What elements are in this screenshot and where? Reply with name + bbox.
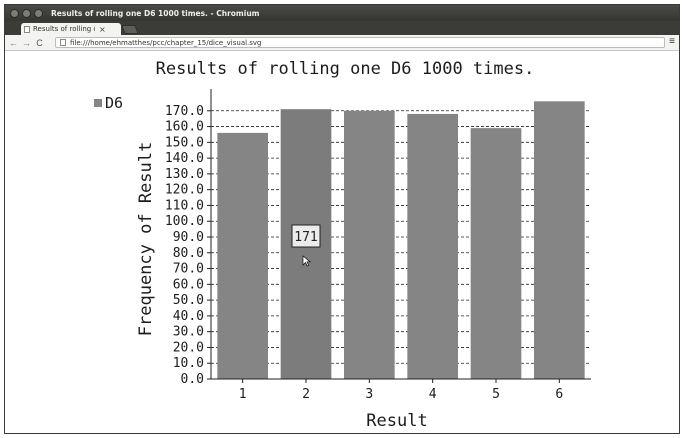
title-bar: Results of rolling one D6 1000 times. - … xyxy=(5,5,679,21)
bar xyxy=(217,132,268,379)
y-tick-label: 10.0 xyxy=(173,356,204,371)
new-tab-button[interactable] xyxy=(121,25,139,34)
x-tick-label: 2 xyxy=(302,387,310,402)
y-tick-label: 100.0 xyxy=(165,214,204,229)
document-icon xyxy=(24,25,30,33)
y-tick-label: 160.0 xyxy=(165,120,204,135)
page-content: Results of rolling one D6 1000 times. D6… xyxy=(5,51,679,433)
x-tick-label: 1 xyxy=(239,387,247,402)
bar xyxy=(534,101,585,380)
window-title: Results of rolling one D6 1000 times. - … xyxy=(51,8,260,18)
legend-label: D6 xyxy=(105,94,123,112)
chart-title: Results of rolling one D6 1000 times. xyxy=(156,59,535,79)
y-tick-label: 140.0 xyxy=(165,151,204,166)
y-tick-label: 110.0 xyxy=(165,198,204,213)
forward-arrow-icon[interactable]: → xyxy=(22,38,31,48)
url-text: file:///home/ehmatthes/pcc/chapter_15/di… xyxy=(70,38,262,47)
y-tick-label: 70.0 xyxy=(173,262,204,277)
maximize-window-icon[interactable] xyxy=(34,8,43,18)
x-tick-label: 3 xyxy=(365,387,373,402)
page-icon xyxy=(60,39,66,46)
tab-dice-visual[interactable]: Results of rolling one × xyxy=(21,23,121,35)
tab-strip: Results of rolling one × xyxy=(5,21,679,35)
address-bar[interactable]: file:///home/ehmatthes/pcc/chapter_15/di… xyxy=(55,37,665,48)
back-arrow-icon[interactable]: ← xyxy=(9,38,18,48)
y-tick-label: 30.0 xyxy=(173,325,204,340)
y-tick-label: 170.0 xyxy=(165,104,204,119)
y-tick-label: 120.0 xyxy=(165,183,204,198)
y-tick-label: 150.0 xyxy=(165,135,204,150)
reload-icon[interactable]: C xyxy=(35,38,44,48)
y-axis: 0.010.020.030.040.050.060.070.080.090.01… xyxy=(165,89,212,387)
tab-title: Results of rolling one xyxy=(33,25,95,33)
x-tick-label: 5 xyxy=(492,387,500,402)
y-tick-label: 90.0 xyxy=(173,230,204,245)
y-tick-label: 50.0 xyxy=(173,293,204,308)
tooltip-value: 171 xyxy=(294,230,317,245)
y-tick-label: 20.0 xyxy=(173,340,204,355)
x-axis-label: Result xyxy=(366,411,427,431)
y-tick-label: 0.0 xyxy=(181,372,204,387)
browser-window: Results of rolling one D6 1000 times. - … xyxy=(4,4,680,434)
minimize-window-icon[interactable] xyxy=(22,8,31,18)
x-tick-label: 4 xyxy=(429,387,437,402)
browser-toolbar: ← → C file:///home/ehmatthes/pcc/chapter… xyxy=(5,35,679,51)
y-tick-label: 130.0 xyxy=(165,167,204,182)
y-axis-label: Frequency of Result xyxy=(136,142,156,336)
bar xyxy=(344,110,395,380)
bars xyxy=(217,101,585,380)
y-tick-label: 40.0 xyxy=(173,309,204,324)
x-axis: 1 2 3 4 5 6 xyxy=(211,378,591,402)
y-tick-label: 60.0 xyxy=(173,277,204,292)
tab-close-icon[interactable]: × xyxy=(99,25,106,34)
menu-icon[interactable]: ≡ xyxy=(669,36,675,48)
bar-chart: Results of rolling one D6 1000 times. D6… xyxy=(94,59,591,431)
y-tick-label: 80.0 xyxy=(173,246,204,261)
bar xyxy=(407,113,458,379)
x-tick-label: 6 xyxy=(555,387,563,402)
close-window-icon[interactable] xyxy=(10,8,19,18)
bar xyxy=(470,128,522,379)
legend-swatch xyxy=(94,99,102,107)
legend: D6 xyxy=(94,94,123,112)
window-controls xyxy=(10,8,43,18)
